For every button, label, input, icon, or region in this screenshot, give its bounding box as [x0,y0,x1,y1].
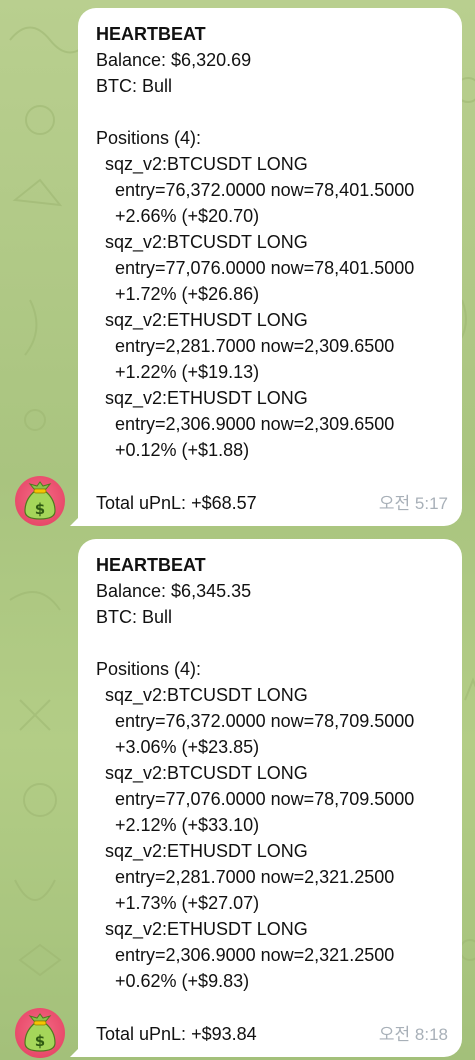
message-footer: Total uPnL: +$68.57 오전 5:17 [96,490,448,516]
total-upnl-text: Total uPnL: +$68.57 [96,493,257,513]
position-pnl: +1.73% (+$27.07) [115,893,260,913]
position-prices: entry=2,306.9000 now=2,321.2500 [115,945,395,965]
position-pnl: +2.66% (+$20.70) [115,206,260,226]
message-title: HEARTBEAT [96,24,206,44]
money-bag-icon: $ [24,481,56,520]
svg-text:$: $ [35,1032,45,1050]
position-pnl: +0.12% (+$1.88) [115,440,250,460]
balance-text: Balance: $6,345.35 [96,581,252,601]
position-name: sqz_v2:BTCUSDT LONG [105,232,308,252]
message-title: HEARTBEAT [96,555,206,575]
position-prices: entry=2,281.7000 now=2,321.2500 [115,867,395,887]
position-prices: entry=77,076.0000 now=78,709.5000 [115,789,415,809]
sender-avatar[interactable]: $ [15,476,65,526]
position-name: sqz_v2:ETHUSDT LONG [105,841,308,861]
position-name: sqz_v2:BTCUSDT LONG [105,763,308,783]
total-upnl-text: Total uPnL: +$93.84 [96,1024,257,1044]
message-footer: Total uPnL: +$93.84 오전 8:18 [96,1021,448,1047]
position-name: sqz_v2:BTCUSDT LONG [105,685,308,705]
positions-header: Positions (4): [96,659,202,679]
position-name: sqz_v2:ETHUSDT LONG [105,310,308,330]
position-pnl: +1.22% (+$19.13) [115,362,260,382]
message-bubble[interactable]: HEARTBEAT Balance: $6,345.35 BTC: Bull P… [78,539,462,1057]
money-bag-icon: $ [24,1013,56,1052]
position-pnl: +0.62% (+$9.83) [115,971,250,991]
position-name: sqz_v2:ETHUSDT LONG [105,388,308,408]
position-name: sqz_v2:BTCUSDT LONG [105,154,308,174]
btc-status-text: BTC: Bull [96,607,173,627]
position-prices: entry=2,281.7000 now=2,309.6500 [115,336,395,356]
positions-header: Positions (4): [96,128,202,148]
message-timestamp: 오전 5:17 [378,494,448,513]
svg-text:$: $ [35,500,45,518]
position-name: sqz_v2:ETHUSDT LONG [105,919,308,939]
position-prices: entry=2,306.9000 now=2,309.6500 [115,414,395,434]
position-prices: entry=76,372.0000 now=78,709.5000 [115,711,415,731]
position-prices: entry=77,076.0000 now=78,401.5000 [115,258,415,278]
message-timestamp: 오전 8:18 [378,1025,448,1044]
position-pnl: +3.06% (+$23.85) [115,737,260,757]
message-bubble[interactable]: HEARTBEAT Balance: $6,320.69 BTC: Bull P… [78,8,462,526]
position-pnl: +2.12% (+$33.10) [115,815,260,835]
sender-avatar[interactable]: $ [15,1008,65,1058]
position-pnl: +1.72% (+$26.86) [115,284,260,304]
position-prices: entry=76,372.0000 now=78,401.5000 [115,180,415,200]
balance-text: Balance: $6,320.69 [96,50,252,70]
btc-status-text: BTC: Bull [96,76,173,96]
